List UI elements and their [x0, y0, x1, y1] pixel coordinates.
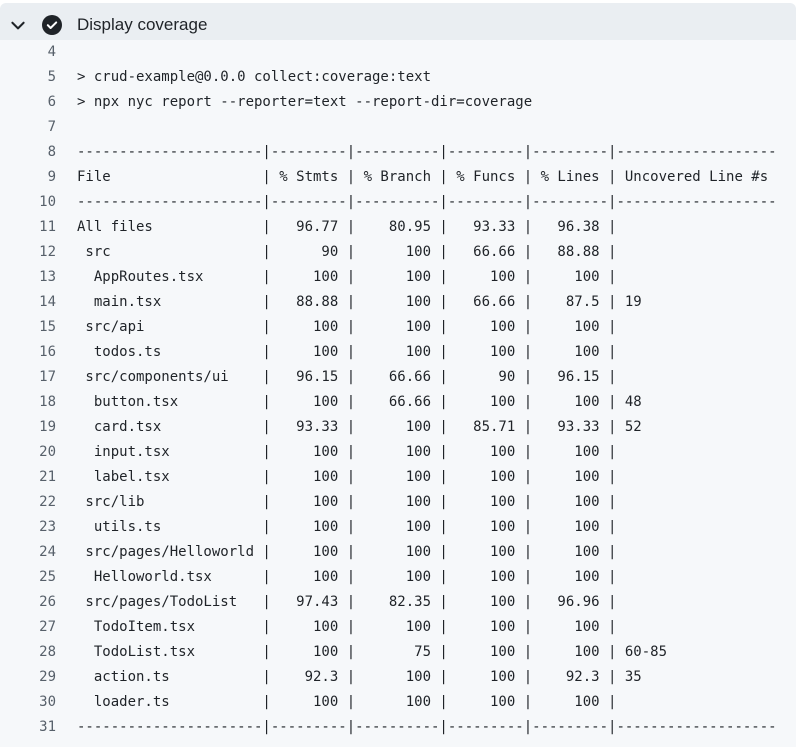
log-line: 28 TodoList.tsx | 100 | 75 | 100 | 100 |… [0, 640, 796, 665]
line-number[interactable]: 20 [0, 440, 56, 465]
line-text: utils.ts | 100 | 100 | 100 | 100 | [77, 519, 617, 535]
line-number[interactable]: 7 [0, 115, 56, 140]
log-line: 24 src/pages/Helloworld | 100 | 100 | 10… [0, 540, 796, 565]
line-text: AppRoutes.tsx | 100 | 100 | 100 | 100 | [77, 269, 617, 285]
line-number[interactable]: 27 [0, 615, 56, 640]
line-text: src/api | 100 | 100 | 100 | 100 | [77, 319, 617, 335]
line-number[interactable]: 19 [0, 415, 56, 440]
log-line: 18 button.tsx | 100 | 66.66 | 100 | 100 … [0, 390, 796, 415]
line-text: button.tsx | 100 | 66.66 | 100 | 100 | 4… [77, 394, 642, 410]
log-line: 31 ----------------------|---------|-----… [0, 715, 796, 740]
log-line: 29 action.ts | 92.3 | 100 | 100 | 92.3 |… [0, 665, 796, 690]
line-text: main.tsx | 88.88 | 100 | 66.66 | 87.5 | … [77, 294, 642, 310]
log-line: 27 TodoItem.tsx | 100 | 100 | 100 | 100 … [0, 615, 796, 640]
log-line: 10 ----------------------|---------|-----… [0, 190, 796, 215]
line-number[interactable]: 4 [0, 40, 56, 65]
log-line: 15 src/api | 100 | 100 | 100 | 100 | [0, 315, 796, 340]
line-text: action.ts | 92.3 | 100 | 100 | 92.3 | 35 [77, 669, 642, 685]
line-text: ----------------------|---------|-------… [77, 719, 777, 735]
log-line: 7 [0, 115, 796, 140]
line-text: src/lib | 100 | 100 | 100 | 100 | [77, 494, 617, 510]
log-line: 9 File | % Stmts | % Branch | % Funcs | %… [0, 165, 796, 190]
log-line: 19 card.tsx | 93.33 | 100 | 85.71 | 93.3… [0, 415, 796, 440]
line-number[interactable]: 9 [0, 165, 56, 190]
log-line: 17 src/components/ui | 96.15 | 66.66 | 9… [0, 365, 796, 390]
line-number[interactable]: 18 [0, 390, 56, 415]
line-text: All files | 96.77 | 80.95 | 93.33 | 96.3… [77, 219, 617, 235]
line-text: todos.ts | 100 | 100 | 100 | 100 | [77, 344, 617, 360]
line-number[interactable]: 23 [0, 515, 56, 540]
line-number[interactable]: 25 [0, 565, 56, 590]
line-text: src/pages/Helloworld | 100 | 100 | 100 |… [77, 544, 617, 560]
line-text: TodoList.tsx | 100 | 75 | 100 | 100 | 60… [77, 644, 668, 660]
line-text: label.tsx | 100 | 100 | 100 | 100 | [77, 469, 617, 485]
line-number[interactable]: 11 [0, 215, 56, 240]
line-number[interactable]: 13 [0, 265, 56, 290]
log-line: 12 src | 90 | 100 | 66.66 | 88.88 | [0, 240, 796, 265]
line-number[interactable]: 8 [0, 140, 56, 165]
line-text: loader.ts | 100 | 100 | 100 | 100 | [77, 694, 617, 710]
line-text: ----------------------|---------|-------… [77, 144, 777, 160]
line-text: src/components/ui | 96.15 | 66.66 | 90 |… [77, 369, 617, 385]
log-line: 13 AppRoutes.tsx | 100 | 100 | 100 | 100… [0, 265, 796, 290]
log-line: 22 src/lib | 100 | 100 | 100 | 100 | [0, 490, 796, 515]
check-circle-icon [42, 15, 62, 35]
log-line: 21 label.tsx | 100 | 100 | 100 | 100 | [0, 465, 796, 490]
line-text: TodoItem.tsx | 100 | 100 | 100 | 100 | [77, 619, 617, 635]
line-number[interactable]: 16 [0, 340, 56, 365]
line-number[interactable]: 15 [0, 315, 56, 340]
line-text: input.tsx | 100 | 100 | 100 | 100 | [77, 444, 617, 460]
log-line: 16 todos.ts | 100 | 100 | 100 | 100 | [0, 340, 796, 365]
line-number[interactable]: 17 [0, 365, 56, 390]
line-number[interactable]: 29 [0, 665, 56, 690]
log-line: 23 utils.ts | 100 | 100 | 100 | 100 | [0, 515, 796, 540]
line-number[interactable]: 5 [0, 65, 56, 90]
log-line: 4 [0, 40, 796, 65]
line-text: src/pages/TodoList | 97.43 | 82.35 | 100… [77, 594, 617, 610]
line-number[interactable]: 10 [0, 190, 56, 215]
log-line: 20 input.tsx | 100 | 100 | 100 | 100 | [0, 440, 796, 465]
line-number[interactable]: 24 [0, 540, 56, 565]
log-output: 4 5 > crud-example@0.0.0 collect:coverage:… [0, 40, 796, 747]
line-number[interactable]: 30 [0, 690, 56, 715]
line-number[interactable]: 14 [0, 290, 56, 315]
line-number[interactable]: 12 [0, 240, 56, 265]
line-number[interactable]: 28 [0, 640, 56, 665]
log-line: 11 All files | 96.77 | 80.95 | 93.33 | 96… [0, 215, 796, 240]
log-line: 5 > crud-example@0.0.0 collect:coverage:t… [0, 65, 796, 90]
chevron-down-icon[interactable] [9, 16, 27, 34]
log-line: 14 main.tsx | 88.88 | 100 | 66.66 | 87.5… [0, 290, 796, 315]
line-text: Helloworld.tsx | 100 | 100 | 100 | 100 | [77, 569, 617, 585]
line-text: > crud-example@0.0.0 collect:coverage:te… [77, 69, 432, 85]
line-number[interactable]: 21 [0, 465, 56, 490]
log-line: 30 loader.ts | 100 | 100 | 100 | 100 | [0, 690, 796, 715]
log-line: 6 > npx nyc report --reporter=text --repo… [0, 90, 796, 115]
line-text: src | 90 | 100 | 66.66 | 88.88 | [77, 244, 617, 260]
line-text: File | % Stmts | % Branch | % Funcs | % … [77, 169, 769, 185]
line-text: > npx nyc report --reporter=text --repor… [77, 94, 533, 110]
line-number[interactable]: 26 [0, 590, 56, 615]
line-text: ----------------------|---------|-------… [77, 194, 777, 210]
log-line: 8 ----------------------|---------|------… [0, 140, 796, 165]
line-number[interactable]: 22 [0, 490, 56, 515]
line-number[interactable]: 31 [0, 715, 56, 740]
line-number[interactable]: 6 [0, 90, 56, 115]
line-text: card.tsx | 93.33 | 100 | 85.71 | 93.33 |… [77, 419, 642, 435]
log-line: 25 Helloworld.tsx | 100 | 100 | 100 | 10… [0, 565, 796, 590]
log-line: 26 src/pages/TodoList | 97.43 | 82.35 | … [0, 590, 796, 615]
step-title: Display coverage [77, 15, 208, 34]
